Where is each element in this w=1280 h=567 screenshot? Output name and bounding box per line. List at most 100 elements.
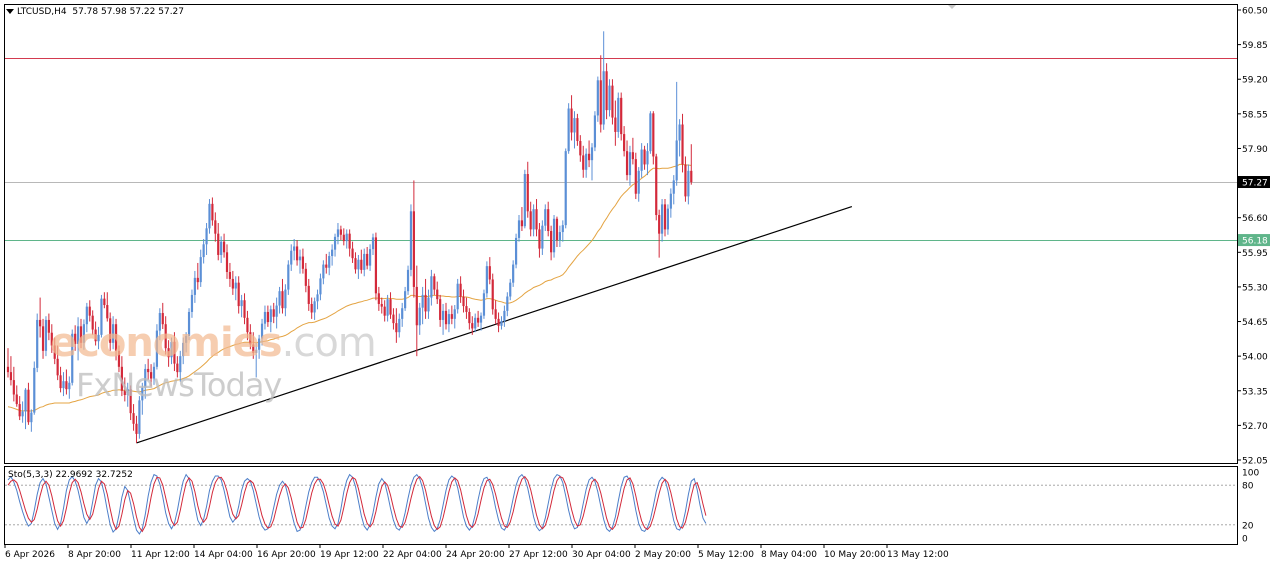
candle-body [374, 237, 378, 294]
candle [655, 153, 658, 221]
candle-body [558, 232, 561, 241]
y-tick-label: 53.35 [1242, 387, 1268, 397]
candle-body [506, 296, 509, 311]
candle [409, 204, 413, 277]
candle-body [217, 233, 220, 255]
candle-body [275, 305, 278, 317]
candle-body [135, 423, 138, 434]
candle-body [488, 266, 491, 280]
y-tick-label: 60.50 [1242, 7, 1268, 17]
candle-body [550, 231, 553, 253]
candle-body [354, 258, 357, 270]
candle-body [514, 237, 518, 265]
candle [523, 169, 526, 229]
candle-body [406, 269, 410, 292]
candle-body [471, 323, 474, 329]
candle [564, 148, 567, 229]
candle-body [567, 108, 570, 152]
price-chart[interactable]: 60.50 59.85 59.20 58.55 57.90 57.27 56.60 56.18… [0, 0, 1280, 567]
x-tick-label: 16 Apr 20:00 [257, 550, 316, 560]
candle-body [509, 282, 512, 297]
stochastic-label: Sto(5,3,3) 22.9692 32.7252 [8, 470, 133, 480]
candle-body [675, 140, 678, 181]
y-tick-label: 59.85 [1242, 41, 1268, 51]
candle-body [412, 211, 415, 287]
candle-body [690, 170, 693, 183]
candle-body [65, 381, 68, 390]
candle-body [529, 211, 532, 230]
candle-body [339, 229, 342, 235]
candle-body [380, 303, 383, 307]
symbol-label: LTCUSD,H4 [17, 7, 67, 17]
candle-body [12, 380, 15, 395]
y-tick-label: 58.55 [1242, 110, 1268, 120]
candle [552, 215, 556, 258]
x-tick-label: 6 Apr 2026 [5, 550, 55, 560]
candle [649, 111, 652, 154]
candle-body [614, 117, 617, 132]
x-tick-label: 27 Apr 12:00 [509, 550, 568, 560]
candle [374, 232, 378, 301]
candle-body [500, 321, 503, 326]
candle-body [643, 149, 646, 165]
candle [596, 76, 599, 122]
candle-body [477, 317, 480, 323]
candle-body [88, 306, 91, 316]
candle-body [465, 306, 468, 312]
candle-body [304, 268, 307, 286]
candle-body [368, 249, 372, 266]
candle-body [430, 276, 433, 298]
candle-body [336, 229, 340, 237]
sto-axis-label: 20 [1242, 521, 1254, 531]
candle-body [44, 319, 48, 351]
candle-body [284, 289, 287, 309]
watermark-main: economies [50, 320, 283, 366]
candle-body [526, 174, 529, 212]
candle-body [503, 310, 506, 322]
candle-body [523, 174, 526, 227]
candle [514, 233, 518, 269]
candle-body [561, 225, 564, 233]
candle-body [39, 319, 42, 327]
candle-body [646, 151, 649, 165]
y-tick-label: 54.65 [1242, 318, 1268, 328]
candle-body [234, 282, 237, 289]
candle-body [547, 209, 550, 232]
candle-body [27, 389, 30, 423]
candle-body [211, 203, 214, 221]
x-tick-label: 10 May 20:00 [824, 550, 886, 560]
y-tick-label: 56.60 [1242, 214, 1268, 224]
x-tick-label: 2 May 20:00 [635, 550, 691, 560]
dropdown-triangle-icon[interactable] [6, 9, 14, 14]
candle-body [272, 309, 275, 317]
candle-body [389, 299, 392, 315]
candle-body [6, 366, 10, 373]
candle-body [640, 149, 643, 171]
candle-body [573, 118, 576, 133]
candle-body [404, 291, 407, 309]
candle-body [678, 124, 681, 141]
candle [593, 111, 597, 152]
candle-body [535, 209, 538, 230]
candle-body [608, 85, 611, 111]
candle-body [208, 203, 211, 229]
candle [620, 92, 623, 141]
candle-body [240, 300, 243, 307]
candle-body [328, 256, 331, 268]
candle-body [409, 211, 413, 270]
candle-body [225, 252, 229, 273]
candle-body [310, 303, 313, 313]
candle-body [319, 278, 322, 295]
candle-body [193, 277, 196, 295]
candle-body [15, 394, 18, 405]
candle [576, 113, 579, 146]
x-tick-label: 22 Apr 04:00 [383, 550, 442, 560]
candle-body [617, 97, 620, 132]
candle-body [59, 375, 62, 389]
y-tick-label: 54.00 [1242, 353, 1268, 363]
x-tick-label: 8 Apr 20:00 [68, 550, 121, 560]
y-tick-label: 59.20 [1242, 76, 1268, 86]
y-tick-label: 57.27 [1242, 179, 1268, 189]
candle-body [295, 246, 299, 261]
candle-body [660, 204, 664, 234]
